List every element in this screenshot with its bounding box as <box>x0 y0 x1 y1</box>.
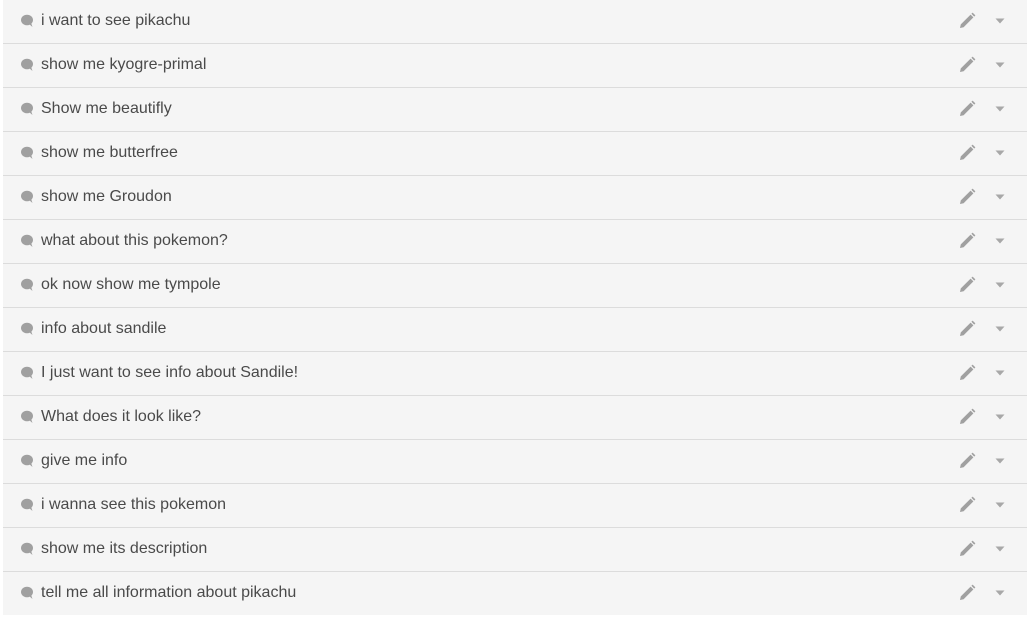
speech-bubble-icon <box>20 586 34 600</box>
caret-down-icon[interactable] <box>994 61 1006 69</box>
speech-bubble-icon <box>20 14 34 28</box>
speech-bubble-icon <box>20 190 34 204</box>
list-item[interactable]: Show me beautifly <box>3 88 1027 132</box>
list-item[interactable]: show me its description <box>3 528 1027 572</box>
list-item[interactable]: i want to see pikachu <box>3 0 1027 44</box>
pencil-icon[interactable] <box>958 12 976 30</box>
pencil-icon[interactable] <box>958 584 976 602</box>
list-item-label: tell me all information about pikachu <box>41 584 297 601</box>
pencil-icon[interactable] <box>958 100 976 118</box>
list-item-label: Show me beautifly <box>41 100 172 117</box>
caret-down-icon[interactable] <box>994 457 1006 465</box>
caret-down-icon[interactable] <box>994 105 1006 113</box>
pencil-icon[interactable] <box>958 56 976 74</box>
pencil-icon[interactable] <box>958 276 976 294</box>
speech-bubble-icon <box>20 58 34 72</box>
speech-bubble-icon <box>20 498 34 512</box>
pencil-icon[interactable] <box>958 408 976 426</box>
list-item-label: show me butterfree <box>41 144 178 161</box>
list-item-label: show me Groudon <box>41 188 172 205</box>
speech-bubble-icon <box>20 322 34 336</box>
pencil-icon[interactable] <box>958 188 976 206</box>
caret-down-icon[interactable] <box>994 545 1006 553</box>
caret-down-icon[interactable] <box>994 589 1006 597</box>
list-item[interactable]: show me Groudon <box>3 176 1027 220</box>
speech-bubble-icon <box>20 234 34 248</box>
caret-down-icon[interactable] <box>994 193 1006 201</box>
pencil-icon[interactable] <box>958 540 976 558</box>
list-item-label: give me info <box>41 452 128 469</box>
list-item-label: What does it look like? <box>41 408 202 425</box>
list-item[interactable]: i wanna see this pokemon <box>3 484 1027 528</box>
pencil-icon[interactable] <box>958 144 976 162</box>
list-item[interactable]: What does it look like? <box>3 396 1027 440</box>
pencil-icon[interactable] <box>958 364 976 382</box>
list-item-label: I just want to see info about Sandile! <box>41 364 299 381</box>
utterance-list: i want to see pikachu show me kyogre-pri… <box>3 0 1027 615</box>
caret-down-icon[interactable] <box>994 413 1006 421</box>
list-item-label: show me kyogre-primal <box>41 56 207 73</box>
speech-bubble-icon <box>20 410 34 424</box>
list-item[interactable]: info about sandile <box>3 308 1027 352</box>
caret-down-icon[interactable] <box>994 237 1006 245</box>
list-item-label: info about sandile <box>41 320 167 337</box>
pencil-icon[interactable] <box>958 320 976 338</box>
pencil-icon[interactable] <box>958 496 976 514</box>
list-item[interactable]: I just want to see info about Sandile! <box>3 352 1027 396</box>
caret-down-icon[interactable] <box>994 17 1006 25</box>
pencil-icon[interactable] <box>958 452 976 470</box>
list-item[interactable]: ok now show me tympole <box>3 264 1027 308</box>
list-item[interactable]: show me butterfree <box>3 132 1027 176</box>
caret-down-icon[interactable] <box>994 149 1006 157</box>
speech-bubble-icon <box>20 542 34 556</box>
list-item-label: i want to see pikachu <box>41 12 191 29</box>
caret-down-icon[interactable] <box>994 501 1006 509</box>
list-item[interactable]: show me kyogre-primal <box>3 44 1027 88</box>
list-item[interactable]: what about this pokemon? <box>3 220 1027 264</box>
list-item[interactable]: tell me all information about pikachu <box>3 572 1027 615</box>
list-item-label: show me its description <box>41 540 208 557</box>
speech-bubble-icon <box>20 102 34 116</box>
list-item-label: i wanna see this pokemon <box>41 496 226 513</box>
speech-bubble-icon <box>20 454 34 468</box>
speech-bubble-icon <box>20 146 34 160</box>
list-item[interactable]: give me info <box>3 440 1027 484</box>
list-item-label: ok now show me tympole <box>41 276 221 293</box>
caret-down-icon[interactable] <box>994 369 1006 377</box>
speech-bubble-icon <box>20 278 34 292</box>
speech-bubble-icon <box>20 366 34 380</box>
list-item-label: what about this pokemon? <box>41 232 228 249</box>
caret-down-icon[interactable] <box>994 325 1006 333</box>
pencil-icon[interactable] <box>958 232 976 250</box>
caret-down-icon[interactable] <box>994 281 1006 289</box>
